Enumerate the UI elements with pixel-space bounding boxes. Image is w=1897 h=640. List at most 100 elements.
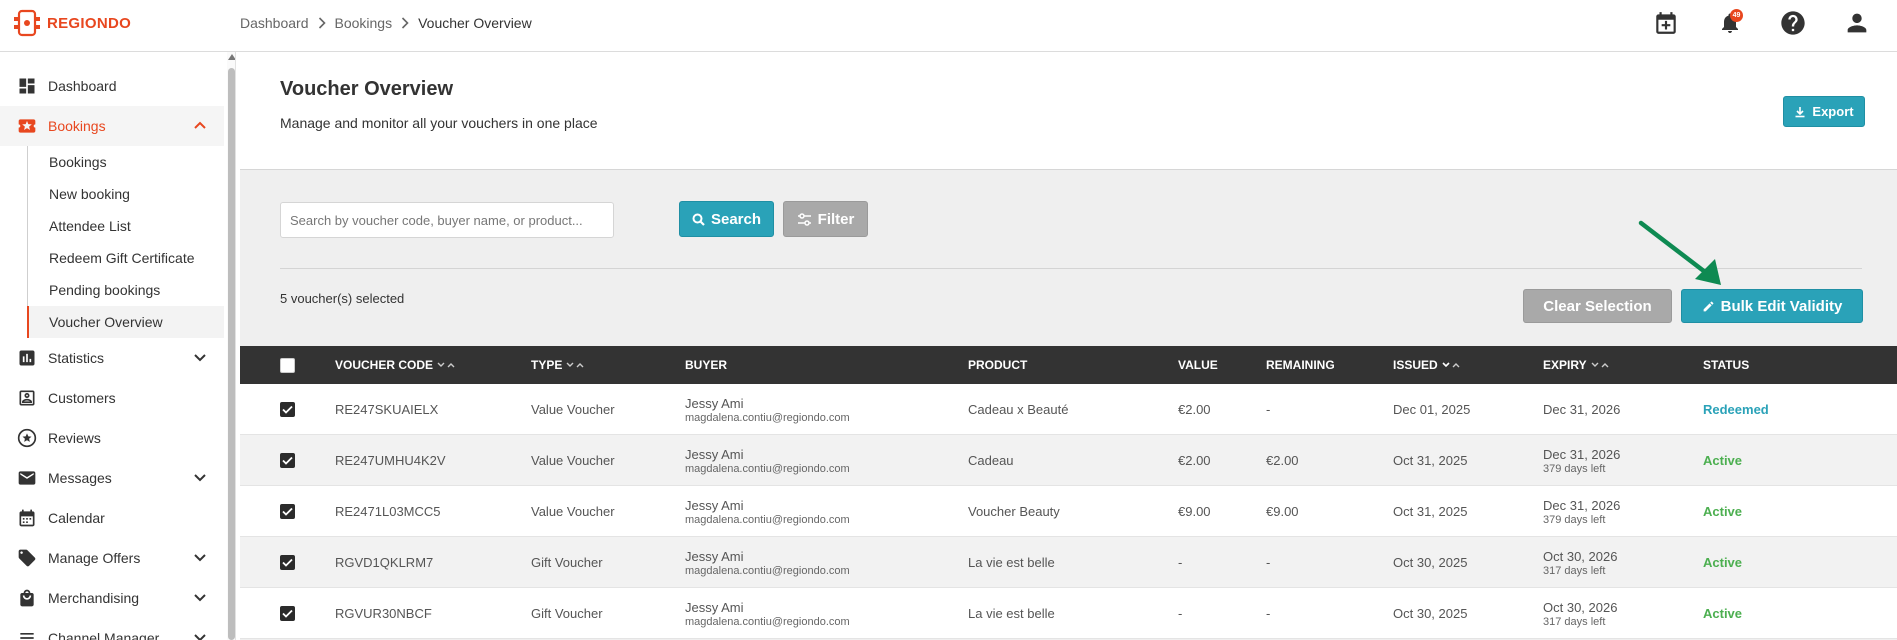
status-badge[interactable]: Active (1703, 555, 1742, 570)
status-cell: Active (1703, 537, 1742, 588)
sidebar-item-customers[interactable]: Customers (0, 378, 224, 418)
days-left: 379 days left (1543, 513, 1606, 526)
bulk-edit-validity-button[interactable]: Bulk Edit Validity (1681, 289, 1863, 323)
sidebar-item-channel-manager[interactable]: Channel Manager (0, 618, 224, 640)
status-badge[interactable]: Active (1703, 504, 1742, 519)
type-cell: Value Voucher (531, 453, 615, 468)
row-checkbox[interactable] (280, 453, 295, 468)
shopping-bag-icon (17, 588, 37, 608)
value-cell: - (1178, 606, 1183, 621)
clear-selection-button[interactable]: Clear Selection (1523, 289, 1672, 323)
chevron-down-icon (193, 550, 207, 564)
sidebar-scrollbar-thumb[interactable] (228, 68, 235, 640)
product-cell: La vie est belle (968, 555, 1055, 570)
breadcrumb-voucher-overview: Voucher Overview (418, 15, 532, 31)
voucher-code-cell: RGVUR30NBCF (335, 606, 432, 621)
status-badge[interactable]: Active (1703, 453, 1742, 468)
buyer-cell: Jessy Ami magdalena.contiu@regiondo.com (685, 435, 850, 486)
sidebar-item-merchandising[interactable]: Merchandising (0, 578, 224, 618)
tag-icon (17, 548, 37, 568)
expiry-date: Dec 31, 2026 (1543, 402, 1621, 417)
product-cell: Cadeau (968, 453, 1014, 468)
row-checkbox[interactable] (280, 402, 295, 417)
sidebar-subitem-bookings[interactable]: Bookings (27, 146, 224, 178)
buyer-name: Jessy Ami (685, 548, 744, 564)
buyer-cell: Jessy Ami magdalena.contiu@regiondo.com (685, 588, 850, 639)
search-input[interactable] (280, 202, 614, 238)
sidebar-subitem-voucher-overview[interactable]: Voucher Overview (27, 306, 224, 338)
days-left: 317 days left (1543, 564, 1606, 577)
table-row[interactable]: RGVUR30NBCF Gift Voucher Jessy Ami magdal… (240, 588, 1897, 639)
sidebar-item-label: Channel Manager (48, 630, 160, 640)
days-left: 379 days left (1543, 462, 1606, 475)
export-button[interactable]: Export (1783, 96, 1865, 127)
buyer-email: magdalena.contiu@regiondo.com (685, 411, 850, 424)
chevron-right-icon (318, 17, 326, 29)
regiondo-logo[interactable]: REGIONDO (12, 8, 131, 38)
table-row[interactable]: RE247SKUAIELX Value Voucher Jessy Ami mag… (240, 384, 1897, 435)
sidebar-item-statistics[interactable]: Statistics (0, 338, 224, 378)
top-header: REGIONDO Dashboard Bookings Voucher Over… (0, 0, 1897, 52)
main-content: Voucher Overview Manage and monitor all … (240, 52, 1897, 640)
column-header-remaining: REMAINING (1266, 358, 1335, 372)
filter-button[interactable]: Filter (783, 201, 868, 237)
sidebar-item-label: Manage Offers (48, 550, 141, 566)
breadcrumb-bookings[interactable]: Bookings (335, 15, 393, 31)
row-checkbox[interactable] (280, 555, 295, 570)
page-header: Voucher Overview Manage and monitor all … (240, 52, 1897, 170)
expiry-date: Oct 30, 2026 (1543, 548, 1618, 564)
expiry-date: Dec 31, 2026 (1543, 446, 1621, 462)
buyer-cell: Jessy Ami magdalena.contiu@regiondo.com (685, 486, 850, 537)
sidebar-item-calendar[interactable]: Calendar (0, 498, 224, 538)
table-row[interactable]: RGVD1QKLRM7 Gift Voucher Jessy Ami magdal… (240, 537, 1897, 588)
notifications-bell-icon[interactable]: 49 (1714, 7, 1746, 39)
buyer-name: Jessy Ami (685, 497, 744, 513)
status-cell: Active (1703, 486, 1742, 537)
sidebar-item-messages[interactable]: Messages (0, 458, 224, 498)
regiondo-logo-icon (14, 9, 40, 37)
channel-icon (17, 628, 37, 640)
help-icon[interactable] (1777, 7, 1809, 39)
table-row[interactable]: RE247UMHU4K2V Value Voucher Jessy Ami mag… (240, 435, 1897, 486)
row-checkbox[interactable] (280, 606, 295, 621)
search-button[interactable]: Search (679, 201, 774, 237)
sidebar-item-bookings[interactable]: Bookings (0, 106, 224, 146)
value-cell: €2.00 (1178, 453, 1211, 468)
column-header-voucher-code[interactable]: VOUCHER CODE (335, 346, 455, 384)
buyer-email: magdalena.contiu@regiondo.com (685, 462, 850, 475)
issued-cell: Oct 31, 2025 (1393, 504, 1468, 519)
row-checkbox[interactable] (280, 504, 295, 519)
sidebar-item-manage-offers[interactable]: Manage Offers (0, 538, 224, 578)
column-header-expiry[interactable]: EXPIRY (1543, 346, 1609, 384)
issued-cell: Dec 01, 2025 (1393, 402, 1471, 417)
sidebar-subitem-pending-bookings[interactable]: Pending bookings (27, 274, 224, 306)
bar-chart-icon (17, 348, 37, 368)
voucher-code-cell: RE2471L03MCC5 (335, 504, 441, 519)
user-account-icon[interactable] (1841, 7, 1873, 39)
column-header-type[interactable]: TYPE (531, 346, 584, 384)
select-all-checkbox[interactable] (280, 358, 295, 373)
sort-arrows-icon (1591, 361, 1609, 369)
sidebar-subitem-attendee-list[interactable]: Attendee List (27, 210, 224, 242)
mail-icon (17, 468, 37, 488)
sidebar-subitem-new-booking[interactable]: New booking (27, 178, 224, 210)
buyer-name: Jessy Ami (685, 395, 744, 411)
status-badge[interactable]: Active (1703, 606, 1742, 621)
type-cell: Gift Voucher (531, 606, 603, 621)
column-header-issued[interactable]: ISSUED (1393, 346, 1460, 384)
person-card-icon (17, 388, 37, 408)
sidebar-subitem-redeem-gift-certificate[interactable]: Redeem Gift Certificate (27, 242, 224, 274)
sort-arrows-icon (437, 361, 455, 369)
breadcrumb-dashboard[interactable]: Dashboard (240, 15, 309, 31)
expiry-cell: Dec 31, 2026 379 days left (1543, 435, 1620, 486)
table-row[interactable]: RE2471L03MCC5 Value Voucher Jessy Ami mag… (240, 486, 1897, 537)
calendar-add-icon[interactable] (1650, 7, 1682, 39)
scroll-up-arrow-icon[interactable] (227, 54, 235, 62)
sidebar-item-dashboard[interactable]: Dashboard (0, 66, 224, 106)
value-cell: - (1178, 555, 1183, 570)
status-badge[interactable]: Redeemed (1703, 402, 1769, 417)
sidebar-item-reviews[interactable]: Reviews (0, 418, 224, 458)
buyer-email: magdalena.contiu@regiondo.com (685, 564, 850, 577)
chevron-down-icon (193, 590, 207, 604)
expiry-cell: Oct 30, 2026 317 days left (1543, 588, 1617, 639)
